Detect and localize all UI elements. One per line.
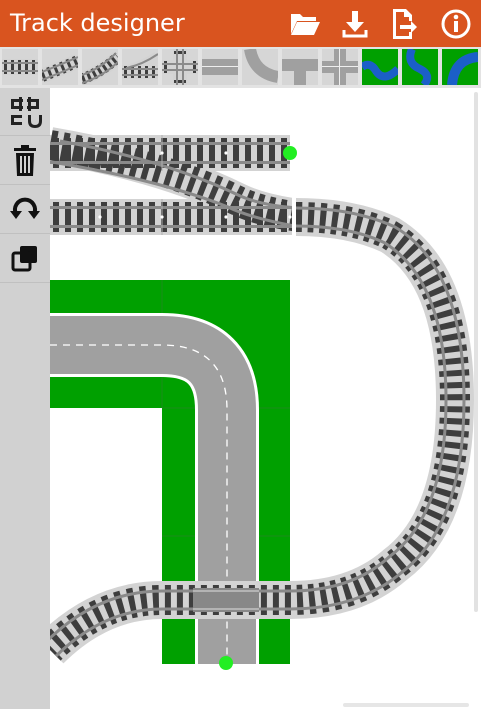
switch-track-icon [120,51,162,79]
vertical-scrollbar[interactable] [474,92,478,612]
straight-track-icon [2,59,38,75]
curved-road-icon [244,47,280,83]
palette-straight-track[interactable] [2,49,38,85]
horizontal-scrollbar[interactable] [343,703,469,707]
trash-icon [14,144,36,176]
delete-tool-button[interactable] [0,137,50,185]
palette-road-t-junction[interactable] [282,49,318,85]
track-designer-app: Track designer [0,0,481,709]
download-icon [342,11,368,38]
align-icon [11,96,42,128]
open-connector-track[interactable] [283,146,297,160]
palette-switch-track[interactable] [120,49,162,85]
river-curve-icon [406,47,432,88]
palette-river-curve[interactable] [402,47,438,88]
river-corner-icon [447,52,479,86]
export-icon [393,9,417,39]
duplicate-tool-button[interactable] [0,235,50,283]
palette-long-curve-track[interactable] [79,49,123,86]
rotate-tool-button[interactable] [0,186,50,234]
palette-river-corner[interactable] [442,49,479,86]
export-button[interactable] [385,6,421,42]
palette-curved-track[interactable] [39,49,82,85]
rotate-icon [10,197,40,219]
title-bar: Track designer [0,0,481,47]
design-canvas[interactable] [50,88,481,709]
palette-curved-road[interactable] [242,47,280,85]
river-bend-icon [359,60,401,81]
copy-icon [11,245,37,271]
palette-river-bend[interactable] [359,49,401,85]
crossing-track-icon [162,49,198,85]
align-tool-button[interactable] [0,88,50,136]
info-icon [441,9,471,39]
download-button[interactable] [337,6,373,42]
road-crossroads-icon [322,49,358,85]
long-curve-track-icon [79,51,123,86]
app-title: Track designer [10,9,185,37]
palette-road-crossroads[interactable] [322,49,358,85]
info-button[interactable] [438,6,474,42]
curved-track-icon [39,54,82,83]
palette-straight-road[interactable] [202,49,238,85]
open-connector-road[interactable] [219,656,233,670]
straight-road-icon [202,59,238,75]
open-file-button[interactable] [287,6,323,42]
road-t-junction-icon [282,59,318,85]
layout-drawing[interactable] [50,88,481,709]
tool-sidebar [0,88,50,709]
piece-palette [0,47,481,88]
level-crossing [193,588,259,612]
switch-tracks [50,127,292,235]
palette-crossing-track[interactable] [162,49,198,85]
folder-open-icon [291,14,320,35]
